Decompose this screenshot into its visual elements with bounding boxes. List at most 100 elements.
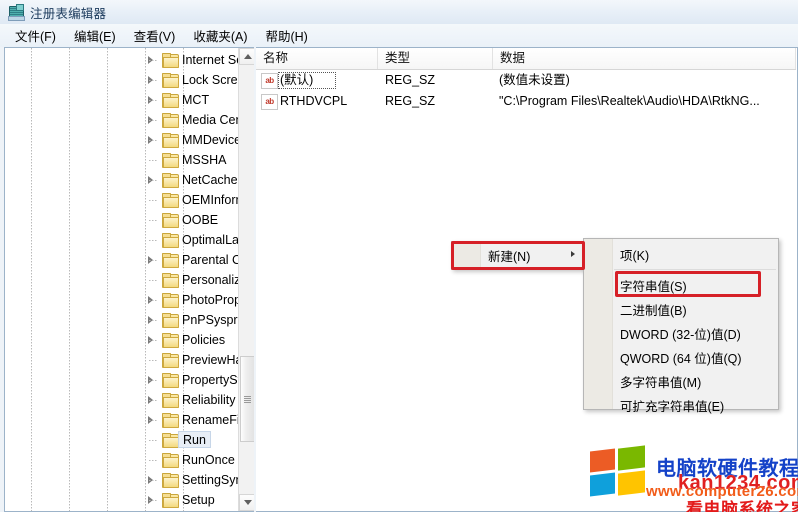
tree-connector-line: [149, 180, 158, 181]
folder-icon: [162, 473, 179, 488]
menu-bar-item-2[interactable]: 编辑(E): [65, 23, 125, 49]
new-submenu[interactable]: 项(K) 字符串值(S) 二进制值(B) DWORD (32-位)值(D) QWORD …: [583, 238, 779, 414]
tree-connector-line: [149, 100, 158, 101]
menu-bar-item-1[interactable]: 文件(F): [6, 23, 65, 49]
tree-connector-line: [149, 500, 158, 501]
column-header-label: 类型: [385, 51, 411, 65]
tree-item-mct[interactable]: MCT: [5, 90, 239, 110]
tree-item-renamefiles[interactable]: RenameFiles: [5, 410, 239, 430]
tree-item-label: Reliability: [182, 392, 236, 407]
menu-bar-item-label: 编辑(E): [73, 29, 116, 44]
window-frame: 注册表编辑器 文件(F) 编辑(E) 查看(V) 收藏夹(A) 帮助(H) Intern…: [0, 0, 798, 512]
cell-type: REG_SZ: [385, 94, 436, 108]
menu-item-new-label: 新建(N): [488, 250, 531, 264]
submenu-item-3[interactable]: 二进制值(B): [584, 297, 778, 321]
folder-icon: [162, 433, 179, 448]
submenu-item-label: 字符串值(S): [620, 279, 687, 294]
tree-item-label: PnPSysprep: [182, 312, 239, 327]
tree-item-label-wrap: MMDevices: [178, 131, 239, 148]
submenu-item-label: 二进制值(B): [620, 303, 687, 318]
tree-item-label-wrap: OOBE: [178, 211, 222, 228]
tree-item-runonce[interactable]: RunOnce: [5, 450, 239, 470]
column-header-1[interactable]: 名称: [256, 48, 378, 69]
tree-item-lock-screen[interactable]: Lock Screen: [5, 70, 239, 90]
registry-tree[interactable]: Internet Sett Lock Screen MCT Media Cente MM…: [5, 48, 239, 511]
scrollbar-thumb[interactable]: [240, 356, 255, 442]
column-header-3[interactable]: 数据: [493, 48, 796, 69]
tree-item-oeminform[interactable]: OEMInform: [5, 190, 239, 210]
folder-icon: [162, 253, 179, 268]
tree-item-previewhand[interactable]: PreviewHand: [5, 350, 239, 370]
tree-item-reliability[interactable]: Reliability: [5, 390, 239, 410]
tree-item-propertysys[interactable]: PropertySys: [5, 370, 239, 390]
tree-item-optimallayo[interactable]: OptimalLayo: [5, 230, 239, 250]
tree-item-label-wrap: RenameFiles: [178, 411, 239, 428]
folder-icon: [162, 133, 179, 148]
tree-item-label: MSSHA: [182, 152, 227, 167]
tree-item-settingsync[interactable]: SettingSync: [5, 470, 239, 490]
string-value-icon: ab: [261, 94, 278, 110]
tree-item-photoprope[interactable]: PhotoPrope: [5, 290, 239, 310]
tree-item-netcache[interactable]: NetCache: [5, 170, 239, 190]
tree-item-parental-cor[interactable]: Parental Cor: [5, 250, 239, 270]
tree-item-internet-sett[interactable]: Internet Sett: [5, 50, 239, 70]
tree-connector-line: [149, 380, 158, 381]
tree-item-label: Lock Screen: [182, 72, 239, 87]
tree-connector-line: [149, 80, 158, 81]
list-rows: ab (默认) REG_SZ (数值未设置) ab RTHDVCPL REG_SZ "C:\P…: [256, 70, 796, 112]
tree-item-label-wrap: SettingSync: [178, 471, 239, 488]
tree-item-label: OptimalLayo: [182, 232, 239, 247]
tree-item-label: Internet Sett: [182, 52, 239, 67]
tree-item-label-wrap: Policies: [178, 331, 229, 348]
tree-item-personalizat[interactable]: Personalizat: [5, 270, 239, 290]
submenu-item-label: 可扩充字符串值(E): [620, 399, 725, 414]
list-column-headers: 名称 类型 数据: [256, 48, 796, 70]
menu-bar-item-label: 帮助(H): [265, 29, 308, 44]
registry-editor-window: 注册表编辑器 文件(F) 编辑(E) 查看(V) 收藏夹(A) 帮助(H) Intern…: [0, 0, 798, 512]
menu-bar-item-5[interactable]: 帮助(H): [256, 23, 316, 49]
tree-item-policies[interactable]: Policies: [5, 330, 239, 350]
tree-item-label-wrap: OptimalLayo: [178, 231, 239, 248]
tree-item-mssha[interactable]: MSSHA: [5, 150, 239, 170]
tree-connector-line: [149, 280, 158, 281]
focus-rectangle: [278, 72, 336, 89]
tree-item-setup[interactable]: Setup: [5, 490, 239, 510]
tree-item-label-wrap: MSSHA: [178, 151, 230, 168]
tree-item-label: Policies: [182, 332, 226, 347]
submenu-item-6[interactable]: 多字符串值(M): [584, 369, 778, 393]
watermark-line-red2: 看电脑系统之家: [686, 500, 798, 512]
tree-item-run[interactable]: Run: [5, 430, 239, 450]
submenu-item-1[interactable]: 项(K): [584, 242, 778, 266]
column-header-2[interactable]: 类型: [378, 48, 493, 69]
windows-logo: [590, 445, 646, 497]
submenu-separator: [614, 269, 776, 270]
site-watermark: 电脑软硬件教程网 kan1234.com www.computer26.com …: [560, 440, 798, 512]
tree-connector-line: [149, 200, 158, 201]
tree-item-label-wrap: Parental Cor: [178, 251, 239, 268]
submenu-item-2[interactable]: 字符串值(S): [584, 273, 778, 297]
tree-item-mmdevices[interactable]: MMDevices: [5, 130, 239, 150]
tree-item-pnpsysprep[interactable]: PnPSysprep: [5, 310, 239, 330]
tree-connector-line: [149, 160, 158, 161]
tree-connector-line: [149, 460, 158, 461]
menu-item-new[interactable]: 新建(N): [452, 242, 584, 269]
submenu-item-5[interactable]: QWORD (64 位)值(Q): [584, 345, 778, 369]
cell-data: "C:\Program Files\Realtek\Audio\HDA\RtkN…: [499, 94, 760, 108]
tree-item-media-cente[interactable]: Media Cente: [5, 110, 239, 130]
menu-bar-item-3[interactable]: 查看(V): [125, 23, 185, 49]
submenu-item-7[interactable]: 可扩充字符串值(E): [584, 393, 778, 417]
tree-item-label-wrap: PnPSysprep: [178, 311, 239, 328]
tree-item-label-wrap: Personalizat: [178, 271, 239, 288]
submenu-item-label: DWORD (32-位)值(D): [620, 327, 741, 342]
menu-bar-item-label: 收藏夹(A): [193, 29, 248, 44]
list-row[interactable]: ab (默认) REG_SZ (数值未设置): [256, 70, 796, 91]
folder-icon: [162, 213, 179, 228]
menu-bar-item-4[interactable]: 收藏夹(A): [184, 23, 256, 49]
context-menu[interactable]: 新建(N): [451, 241, 585, 270]
tree-item-oobe[interactable]: OOBE: [5, 210, 239, 230]
submenu-item-4[interactable]: DWORD (32-位)值(D): [584, 321, 778, 345]
list-row[interactable]: ab RTHDVCPL REG_SZ "C:\Program Files\Realte…: [256, 91, 796, 112]
chevron-right-icon: [571, 251, 575, 257]
menu-bar: 文件(F) 编辑(E) 查看(V) 收藏夹(A) 帮助(H): [0, 24, 798, 47]
folder-icon: [162, 373, 179, 388]
